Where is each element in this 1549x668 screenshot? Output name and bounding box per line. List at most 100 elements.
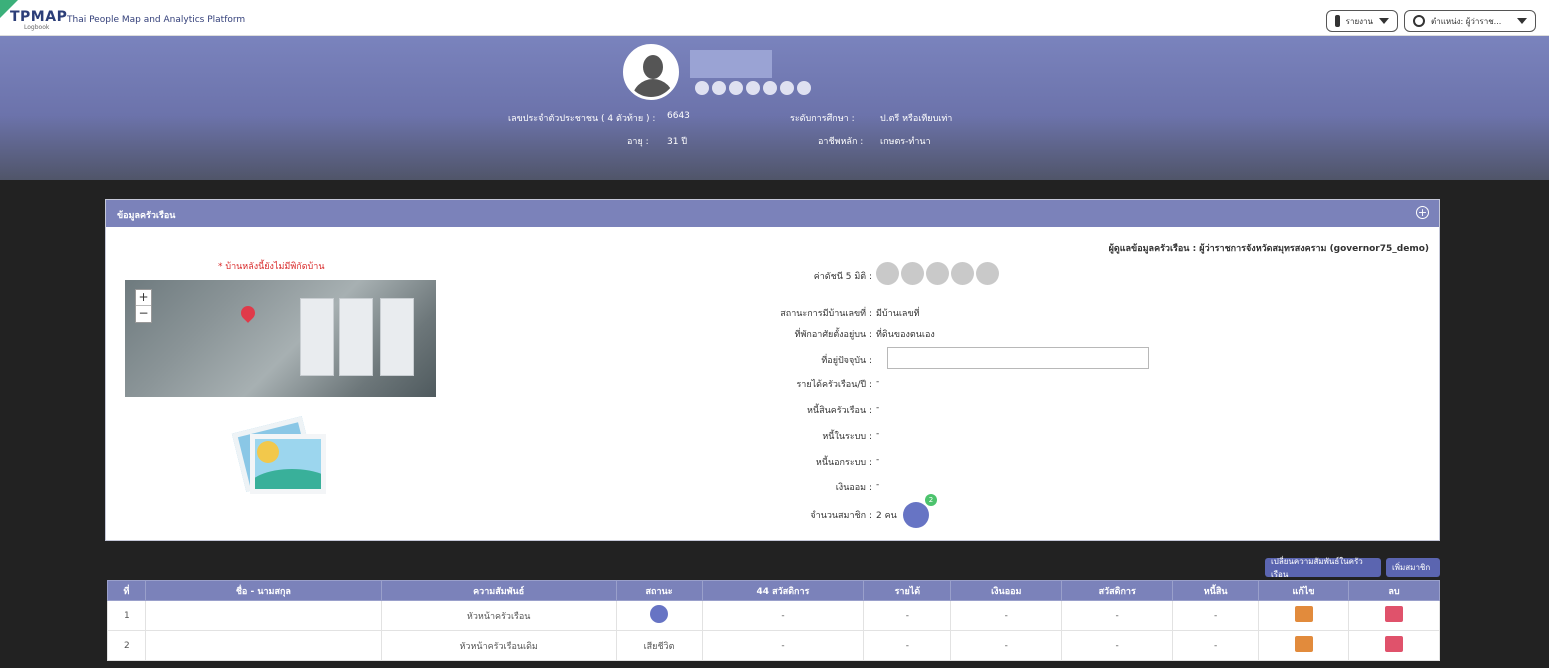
welfare-icon[interactable]	[976, 262, 999, 285]
index-5-icons	[876, 262, 1001, 285]
col-name: ชื่อ - นามสกุล	[144, 580, 382, 601]
map-building	[380, 298, 414, 376]
member-person-icon[interactable]	[903, 502, 929, 528]
zoom-control: + −	[135, 289, 152, 323]
debt-out-label: หนี้นอกระบบ :	[815, 458, 872, 468]
app-window: TPMAP Logbook Thai People Map and Analyt…	[0, 0, 1549, 668]
delete-button[interactable]	[1384, 636, 1403, 652]
home-status-value: มีบ้านเลขที่	[876, 309, 920, 319]
platform-name: Thai People Map and Analytics Platform	[67, 15, 246, 25]
top-bar: TPMAP Logbook Thai People Map and Analyt…	[0, 0, 1549, 36]
map-pin-icon[interactable]	[238, 303, 258, 323]
index-5-label: ค่าดัชนี 5 มิติ :	[813, 272, 872, 282]
map-building	[339, 298, 373, 376]
col-status: สถานะ	[615, 580, 703, 601]
id-label: เลขประจำตัวประชาชน ( 4 ตัวท้าย ) :	[508, 114, 656, 124]
report-label: รายงาน	[1345, 16, 1373, 26]
debt-value: -	[876, 403, 880, 413]
logo-subtitle: Logbook	[24, 24, 50, 31]
table-row: 2 หัวหน้าครัวเรือนเดิม เสียชีวิต - - - -…	[107, 630, 1441, 661]
age-label: อายุ :	[627, 137, 649, 147]
residence-label: ที่พักอาศัยตั้งอยู่บน :	[794, 330, 872, 340]
members-table: ที่ ชื่อ - นามสกุล ความสัมพันธ์ สถานะ 44…	[107, 580, 1441, 661]
row-delete-cell	[1347, 630, 1441, 661]
expand-icon[interactable]: +	[1416, 206, 1429, 219]
user-icon	[1413, 15, 1425, 27]
col-delete: ลบ	[1347, 580, 1441, 601]
education-label: ระดับการศึกษา :	[790, 114, 855, 124]
user-label: ตำแหน่ง: ผู้ว่าราช...	[1431, 16, 1502, 26]
household-title: ข้อมูลครัวเรือน	[117, 211, 176, 221]
row-income: -	[863, 600, 952, 631]
status-icon	[763, 81, 777, 95]
table-header-row: ที่ ชื่อ - นามสกุล ความสัมพันธ์ สถานะ 44…	[107, 580, 1441, 601]
member-count-badge: 2	[925, 494, 937, 506]
row-income: -	[863, 630, 952, 661]
row-debt: -	[1172, 630, 1260, 661]
edit-button[interactable]	[1294, 636, 1313, 652]
corner-mark	[0, 0, 18, 18]
row-status	[615, 600, 703, 631]
col-welfare: สวัสดิการ	[1061, 580, 1174, 601]
row-edit-cell	[1258, 630, 1349, 661]
income-label: รายได้ครัวเรือน/ปี :	[796, 380, 872, 390]
occupation-label: อาชีพหลัก :	[818, 137, 864, 147]
row-index: 1	[107, 600, 146, 631]
name-redacted	[690, 50, 772, 78]
row-name	[144, 600, 382, 631]
row-savings: -	[950, 630, 1063, 661]
row-debt: -	[1172, 600, 1260, 631]
row-welfare: -	[1061, 630, 1174, 661]
map-view[interactable]: + −	[125, 280, 436, 397]
household-panel: ข้อมูลครัวเรือน + ผู้ดูแลข้อมูลครัวเรือน…	[105, 199, 1440, 541]
chevron-down-icon	[1517, 18, 1527, 24]
address-label: ที่อยู่ปัจจุบัน :	[821, 356, 872, 366]
delete-button[interactable]	[1384, 606, 1403, 622]
household-panel-header: ข้อมูลครัวเรือน +	[106, 200, 1439, 227]
status-icon	[695, 81, 709, 95]
add-member-button[interactable]: เพิ่มสมาชิก	[1386, 558, 1440, 577]
table-row: 1 หัวหน้าครัวเรือน - - - - -	[107, 600, 1441, 631]
row-status: เสียชีวิต	[615, 630, 703, 661]
savings-value: -	[876, 480, 880, 490]
zoom-in-button[interactable]: +	[136, 290, 151, 306]
row-relation: หัวหน้าครัวเรือน	[380, 600, 617, 631]
health-icon[interactable]	[876, 262, 899, 285]
status-icon	[746, 81, 760, 95]
zoom-out-button[interactable]: −	[136, 306, 151, 322]
app-logo[interactable]: TPMAP	[10, 9, 67, 25]
user-dropdown[interactable]: ตำแหน่ง: ผู้ว่าราช...	[1404, 10, 1536, 32]
household-owner: ผู้ดูแลข้อมูลครัวเรือน : ผู้ว่าราชการจัง…	[1108, 244, 1429, 254]
row-savings: -	[950, 600, 1063, 631]
col-savings: เงินออม	[950, 580, 1063, 601]
status-icons	[695, 81, 811, 95]
residence-value: ที่ดินของตนเอง	[876, 330, 935, 340]
report-dropdown[interactable]: รายงาน	[1326, 10, 1398, 32]
address-input[interactable]	[887, 347, 1149, 369]
col-income: รายได้	[863, 580, 952, 601]
edit-button[interactable]	[1294, 606, 1313, 622]
report-icon	[1335, 15, 1340, 27]
house-photo-placeholder[interactable]	[231, 416, 326, 496]
income-icon[interactable]	[951, 262, 974, 285]
education-icon[interactable]	[926, 262, 949, 285]
age-value: 31 ปี	[667, 137, 688, 147]
debt-in-label: หนี้ในระบบ :	[822, 432, 872, 442]
members-value: 2 คน	[876, 511, 897, 521]
row-relation: หัวหน้าครัวเรือนเดิม	[380, 630, 617, 661]
education-value: ป.ตรี หรือเทียบเท่า	[880, 114, 953, 124]
col-edit: แก้ไข	[1258, 580, 1349, 601]
col-debt: หนี้สิน	[1172, 580, 1260, 601]
members-label: จำนวนสมาชิก :	[810, 511, 872, 521]
income-value: -	[876, 377, 880, 387]
col-index: ที่	[107, 580, 146, 601]
change-relation-button[interactable]: เปลี่ยนความสัมพันธ์ในครัวเรือน	[1265, 557, 1381, 579]
debt-out-value: -	[876, 455, 880, 465]
status-icon	[797, 81, 811, 95]
home-icon[interactable]	[901, 262, 924, 285]
status-icon	[729, 81, 743, 95]
debt-in-value: -	[876, 429, 880, 439]
row-welfare44: -	[701, 600, 865, 631]
id-value: 6643	[667, 111, 690, 121]
row-name	[144, 630, 382, 661]
